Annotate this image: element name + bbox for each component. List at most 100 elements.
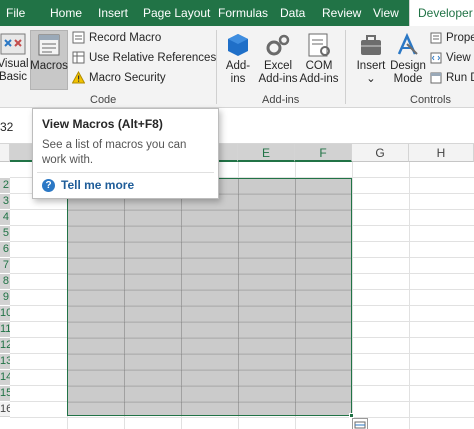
row-header[interactable]: 7 xyxy=(0,258,10,273)
row-header[interactable]: 10 xyxy=(0,306,10,321)
column-header-e[interactable]: E xyxy=(238,144,295,162)
selection-gridline xyxy=(68,370,351,371)
help-icon: ? xyxy=(42,179,55,193)
selection-gridline xyxy=(295,179,296,415)
relative-references-icon xyxy=(72,51,85,64)
selected-range[interactable] xyxy=(67,178,352,416)
row-header[interactable]: 11 xyxy=(0,322,10,337)
com-addins-icon xyxy=(308,33,330,57)
selection-gridline xyxy=(68,274,351,275)
design-mode-label-1: Design xyxy=(390,60,426,72)
gridline xyxy=(409,162,410,429)
excel-addins-button[interactable]: Excel Add-ins xyxy=(258,32,298,86)
tab-home[interactable]: Home xyxy=(50,0,82,26)
view-code-icon xyxy=(430,52,442,64)
code-group-label: Code xyxy=(90,94,117,106)
quick-analysis-icon[interactable] xyxy=(352,418,368,429)
row-header[interactable]: 2 xyxy=(0,178,10,193)
row-header[interactable]: 5 xyxy=(0,226,10,241)
tab-file[interactable]: File xyxy=(6,0,25,26)
insert-dropdown-arrow[interactable]: ⌄ xyxy=(366,73,376,85)
tooltip-description: See a list of macros you can work with. xyxy=(42,139,187,166)
record-macro-label: Record Macro xyxy=(89,32,162,44)
macros-button[interactable]: Macros xyxy=(30,32,68,73)
gridline xyxy=(10,417,474,418)
selection-gridline xyxy=(68,402,351,403)
selection-gridline xyxy=(181,179,182,415)
excel-window: File Home Insert Page Layout Formulas Da… xyxy=(0,0,474,429)
insert-controls-button[interactable]: Insert ⌄ xyxy=(354,32,388,86)
selection-gridline xyxy=(68,386,351,387)
tooltip-title: View Macros (Alt+F8) xyxy=(42,117,163,131)
visual-basic-button[interactable]: Visual Basic xyxy=(0,32,30,84)
run-dialog-button[interactable]: Run D xyxy=(430,69,474,87)
tab-page-layout[interactable]: Page Layout xyxy=(143,0,210,26)
use-relative-references-button[interactable]: Use Relative References xyxy=(72,49,216,67)
selection-gridline xyxy=(68,338,351,339)
insert-controls-icon xyxy=(361,35,381,55)
tell-me-more-label[interactable]: Tell me more xyxy=(61,178,134,192)
com-addins-button[interactable]: COM Add-ins xyxy=(298,32,340,86)
row-header[interactable]: 14 xyxy=(0,370,10,385)
tab-review[interactable]: Review xyxy=(322,0,361,26)
selection-gridline xyxy=(68,210,351,211)
row-header[interactable]: 15 xyxy=(0,386,10,401)
row-header[interactable]: 13 xyxy=(0,354,10,369)
com-addins-label-2: Add-ins xyxy=(299,73,339,85)
com-addins-label-1: COM xyxy=(305,60,333,72)
run-dialog-label: Run D xyxy=(446,72,474,84)
selection-gridline xyxy=(68,258,351,259)
row-header[interactable]: 8 xyxy=(0,274,10,289)
selection-gridline xyxy=(124,179,125,415)
use-relative-label: Use Relative References xyxy=(89,52,217,64)
quick-analysis-glyph xyxy=(354,421,366,429)
view-code-label: View C xyxy=(446,52,474,64)
addins-label-2: ins xyxy=(230,73,246,85)
ribbon-separator xyxy=(345,30,346,104)
ribbon-separator xyxy=(216,30,217,104)
column-header-g[interactable]: G xyxy=(352,144,409,162)
tab-formulas[interactable]: Formulas xyxy=(218,0,268,26)
tab-view[interactable]: View xyxy=(373,0,399,26)
record-macro-button[interactable]: Record Macro xyxy=(72,29,161,47)
macros-tooltip: View Macros (Alt+F8) See a list of macro… xyxy=(32,108,219,199)
row-header[interactable]: 16 xyxy=(0,402,10,417)
macro-security-label: Macro Security xyxy=(89,72,166,84)
row-header[interactable]: 6 xyxy=(0,242,10,257)
view-code-button[interactable]: View C xyxy=(430,49,474,67)
design-mode-button[interactable]: Design Mode xyxy=(390,32,426,86)
row-header[interactable]: 9 xyxy=(0,290,10,305)
tab-developer[interactable]: Developer xyxy=(409,0,474,26)
addins-group-label: Add-ins xyxy=(262,94,300,106)
visual-basic-icon xyxy=(0,33,26,55)
excel-addins-label-1: Excel xyxy=(263,60,293,72)
properties-button[interactable]: Prope xyxy=(430,29,474,47)
tooltip-divider xyxy=(37,172,214,173)
design-mode-icon xyxy=(397,32,418,55)
warning-icon xyxy=(72,71,85,84)
macro-security-button[interactable]: Macro Security xyxy=(72,69,166,87)
addins-button[interactable]: Add- ins xyxy=(222,32,254,86)
row-header[interactable]: 4 xyxy=(0,210,10,225)
selection-gridline xyxy=(238,179,239,415)
row-header[interactable]: 3 xyxy=(0,194,10,209)
column-header-f[interactable]: F xyxy=(295,144,352,162)
column-header-h[interactable]: H xyxy=(409,144,474,162)
selection-gridline xyxy=(68,242,351,243)
addins-label-1: Add- xyxy=(225,60,251,72)
gridline xyxy=(352,162,353,429)
selection-gridline xyxy=(68,226,351,227)
selection-gridline xyxy=(68,306,351,307)
addins-icon xyxy=(228,34,248,56)
select-all-corner[interactable] xyxy=(0,144,10,162)
run-dialog-icon xyxy=(430,72,442,84)
macros-icon xyxy=(38,34,60,56)
tab-data[interactable]: Data xyxy=(280,0,305,26)
excel-addins-label-2: Add-ins xyxy=(258,73,298,85)
tab-insert[interactable]: Insert xyxy=(98,0,128,26)
ribbon-tab-bar: File Home Insert Page Layout Formulas Da… xyxy=(0,0,474,26)
name-box[interactable]: 32 xyxy=(0,120,13,134)
row-header[interactable]: 12 xyxy=(0,338,10,353)
tell-me-more-link[interactable]: ? Tell me more xyxy=(42,178,134,193)
visual-basic-label-1: Visual xyxy=(0,58,29,70)
